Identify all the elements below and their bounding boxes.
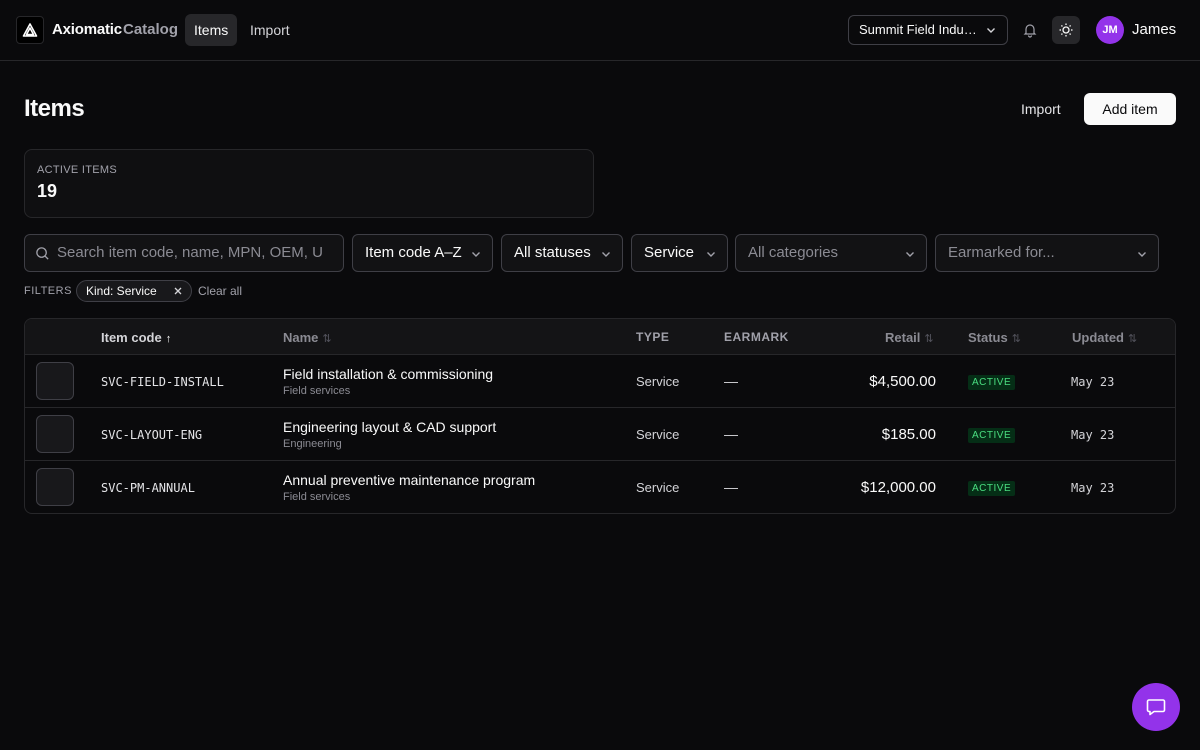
status-badge: ACTIVE xyxy=(968,428,1016,443)
column-header-updated-label: Updated xyxy=(1072,330,1124,345)
earmark-select-label: Earmarked for... xyxy=(948,244,1055,261)
column-header-status[interactable]: Status ⇅ xyxy=(968,330,1021,345)
item-name[interactable]: Field installation & commissioning xyxy=(283,366,493,382)
nav-tab-import[interactable]: Import xyxy=(241,14,299,46)
column-header-code-label: Item code xyxy=(101,330,162,345)
item-retail: $4,500.00 xyxy=(869,373,936,390)
sort-icon: ⇅ xyxy=(322,333,332,345)
chevron-down-icon xyxy=(707,252,715,257)
kind-select[interactable]: Service xyxy=(631,234,728,272)
chevron-down-icon xyxy=(602,252,610,257)
filters-label: FILTERS xyxy=(24,285,72,297)
active-items-card: ACTIVE ITEMS 19 xyxy=(24,149,594,218)
item-category: Engineering xyxy=(283,438,342,450)
chevron-down-icon xyxy=(1138,252,1146,257)
user-name[interactable]: James xyxy=(1132,21,1176,38)
chevron-down-icon xyxy=(987,28,995,33)
clear-all-link[interactable]: Clear all xyxy=(198,284,242,298)
stat-value: 19 xyxy=(37,181,58,201)
item-category: Field services xyxy=(283,385,351,397)
item-code: SVC-FIELD-INSTALL xyxy=(101,375,224,389)
sun-icon xyxy=(1059,23,1073,37)
column-header-code[interactable]: Item code ↑ xyxy=(101,330,171,345)
brand-sub: Catalog xyxy=(123,21,179,38)
item-name[interactable]: Engineering layout & CAD support xyxy=(283,419,496,435)
import-button[interactable]: Import xyxy=(1009,93,1073,125)
chat-button[interactable] xyxy=(1132,683,1180,731)
chevron-down-icon xyxy=(472,252,480,257)
table-row[interactable]: SVC-FIELD-INSTALL Field installation & c… xyxy=(25,355,1175,408)
page-title: Items xyxy=(24,95,85,122)
theme-toggle-button[interactable] xyxy=(1052,16,1080,44)
table-header: Item code ↑ Name ⇅ TYPE EARMARK Retail ⇅ St… xyxy=(25,319,1175,355)
sort-select-label: Item code A–Z xyxy=(365,244,462,261)
item-retail: $185.00 xyxy=(881,426,936,443)
brand-name: Axiomatic xyxy=(52,21,122,38)
chevron-down-icon xyxy=(906,252,914,257)
column-header-status-label: Status xyxy=(968,330,1008,345)
notifications-button[interactable] xyxy=(1016,16,1044,44)
item-updated: May 23 xyxy=(1071,428,1115,442)
status-select[interactable]: All statuses xyxy=(501,234,623,272)
column-header-retail[interactable]: Retail ⇅ xyxy=(885,330,934,345)
column-header-name[interactable]: Name ⇅ xyxy=(283,330,332,345)
item-type: Service xyxy=(636,480,680,495)
add-item-button[interactable]: Add item xyxy=(1084,93,1176,125)
org-select[interactable]: Summit Field Indu… xyxy=(848,15,1008,45)
bell-icon xyxy=(1023,24,1037,38)
column-header-retail-label: Retail xyxy=(885,330,921,345)
category-select[interactable]: All categories xyxy=(735,234,927,272)
earmark-select[interactable]: Earmarked for... xyxy=(935,234,1159,272)
column-header-type: TYPE xyxy=(636,330,670,344)
item-earmark: — xyxy=(724,479,738,495)
chat-icon xyxy=(1146,699,1166,716)
org-select-label: Summit Field Indu… xyxy=(859,22,977,37)
sort-icon: ⇅ xyxy=(924,333,934,345)
sort-icon: ⇅ xyxy=(1011,333,1021,345)
filter-chip-label: Kind: Service xyxy=(86,284,157,298)
items-table: Item code ↑ Name ⇅ TYPE EARMARK Retail ⇅ St… xyxy=(24,318,1176,514)
filter-chip-kind: Kind: Service xyxy=(76,280,192,302)
item-code: SVC-PM-ANNUAL xyxy=(101,481,195,495)
close-icon[interactable] xyxy=(173,286,183,296)
item-updated: May 23 xyxy=(1071,375,1115,389)
sort-icon: ⇅ xyxy=(1128,333,1138,345)
column-header-updated[interactable]: Updated ⇅ xyxy=(1072,330,1137,345)
item-thumbnail xyxy=(36,415,74,453)
item-earmark: — xyxy=(724,373,738,389)
item-type: Service xyxy=(636,427,680,442)
sort-asc-icon: ↑ xyxy=(165,333,172,345)
column-header-earmark: EARMARK xyxy=(724,330,789,344)
stat-label: ACTIVE ITEMS xyxy=(37,164,117,176)
item-name[interactable]: Annual preventive maintenance program xyxy=(283,472,535,488)
sort-select[interactable]: Item code A–Z xyxy=(352,234,493,272)
nav-tab-items[interactable]: Items xyxy=(185,14,238,46)
item-thumbnail xyxy=(36,468,74,506)
item-updated: May 23 xyxy=(1071,481,1115,495)
top-bar: Axiomatic Catalog Items Import Summit Fi… xyxy=(0,0,1200,61)
search-placeholder: Search item code, name, MPN, OEM, U xyxy=(57,244,323,261)
item-retail: $12,000.00 xyxy=(860,479,936,496)
table-row[interactable]: SVC-LAYOUT-ENG Engineering layout & CAD … xyxy=(25,408,1175,461)
column-header-name-label: Name xyxy=(283,330,319,345)
status-select-label: All statuses xyxy=(514,244,591,261)
item-code: SVC-LAYOUT-ENG xyxy=(101,428,203,442)
category-select-label: All categories xyxy=(748,244,839,261)
status-badge: ACTIVE xyxy=(968,375,1016,390)
item-thumbnail xyxy=(36,362,74,400)
status-badge: ACTIVE xyxy=(968,481,1016,496)
search-input[interactable]: Search item code, name, MPN, OEM, U xyxy=(24,234,344,272)
logo-icon[interactable] xyxy=(16,16,44,44)
item-category: Field services xyxy=(283,491,351,503)
avatar[interactable]: JM xyxy=(1096,16,1124,44)
item-type: Service xyxy=(636,374,680,389)
kind-select-label: Service xyxy=(644,244,695,261)
table-row[interactable]: SVC-PM-ANNUAL Annual preventive maintena… xyxy=(25,461,1175,513)
item-earmark: — xyxy=(724,426,738,442)
search-icon xyxy=(36,247,49,260)
